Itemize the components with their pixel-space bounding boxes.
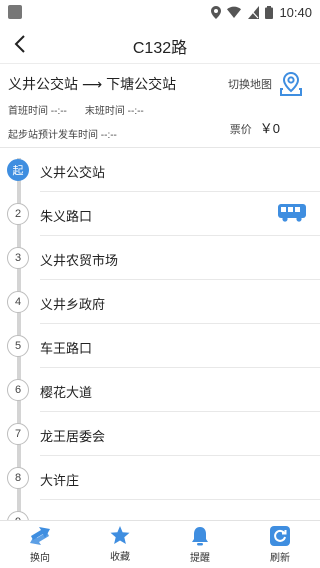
reminder-button[interactable]: 提醒 (160, 521, 240, 568)
stop-item[interactable]: 起 义井公交站 (0, 148, 320, 192)
stop-name: 义井农贸市场 (40, 253, 119, 268)
stop-list[interactable]: 起 义井公交站 2 朱义路口 3 义井农贸市场 4 义井乡政府 5 车王路口 6… (0, 148, 320, 520)
stop-item[interactable]: 8 大许庄 (0, 456, 320, 500)
battery-icon (265, 5, 274, 19)
stop-item[interactable]: 6 樱花大道 (0, 368, 320, 412)
stop-item[interactable]: 4 义井乡政府 (0, 280, 320, 324)
stop-item[interactable]: 5 车王路口 (0, 324, 320, 368)
refresh-button[interactable]: 刷新 (240, 521, 320, 568)
map-pin-icon (280, 72, 302, 96)
wifi-icon (227, 6, 242, 18)
stop-name: 大许庄 (40, 473, 80, 488)
tab-label: 收藏 (110, 552, 130, 563)
route-endpoints: 义井公交站 ⟶ 下塘公交站 (8, 74, 176, 94)
route-arrow: ⟶ (82, 75, 103, 92)
nav-bar: C132路 (0, 24, 320, 64)
status-time: 10:40 (279, 4, 312, 20)
star-icon (110, 526, 130, 544)
stop-marker: 8 (7, 467, 29, 489)
fare-value: ￥0 (259, 121, 280, 136)
location-icon (211, 5, 222, 19)
stop-name: 朱义路口 (40, 209, 93, 224)
route-to: 下塘公交站 (106, 76, 177, 92)
fare-info: 票价 ￥0 (230, 118, 280, 137)
stop-marker-start: 起 (7, 159, 29, 181)
estimated-departure: 起步站预计发车时间 --:-- (8, 130, 117, 141)
app-notification-icon (8, 5, 22, 19)
refresh-icon (270, 525, 290, 546)
switch-map-button[interactable]: 切换地图 (228, 72, 302, 96)
favorite-button[interactable]: 收藏 (80, 521, 160, 568)
route-from: 义井公交站 (8, 76, 78, 92)
stop-item[interactable]: 9 (0, 500, 320, 520)
switch-map-label: 切换地图 (228, 79, 272, 91)
page-title: C132路 (132, 40, 188, 57)
stop-item[interactable]: 2 朱义路口 (0, 192, 320, 236)
fare-label: 票价 (229, 124, 252, 136)
stop-marker: 7 (7, 423, 29, 445)
stop-marker: 3 (7, 247, 29, 269)
swap-direction-button[interactable]: 换向 (0, 521, 80, 568)
first-bus-time: 首班时间 --:-- (8, 106, 67, 117)
stop-name: 义井乡政府 (40, 297, 106, 312)
tab-label: 换向 (30, 552, 50, 564)
status-icons: 10:40 (211, 4, 312, 20)
status-bar: 10:40 (0, 0, 320, 24)
stop-marker: 5 (7, 335, 29, 357)
no-sim-icon (248, 5, 260, 19)
last-bus-time: 末班时间 --:-- (84, 106, 144, 117)
stop-item[interactable]: 3 义井农贸市场 (0, 236, 320, 280)
stop-name: 龙王居委会 (40, 429, 106, 444)
bottom-toolbar: 换向 收藏 提醒 刷新 (0, 520, 320, 568)
stop-item[interactable]: 7 龙王居委会 (0, 412, 320, 456)
stop-name: 樱花大道 (40, 385, 93, 400)
tab-label: 刷新 (270, 552, 290, 564)
stop-name: 义井公交站 (40, 165, 106, 180)
stop-marker: 4 (7, 291, 29, 313)
swap-direction-icon (30, 526, 50, 545)
route-info-panel: 义井公交站 ⟶ 下塘公交站 首班时间 --:-- 末班时间 --:-- 起步站预… (0, 64, 320, 148)
stop-name: 车王路口 (40, 341, 93, 356)
stop-marker: 9 (7, 511, 29, 520)
bell-icon (192, 526, 208, 545)
stop-marker: 6 (7, 379, 29, 401)
service-times: 首班时间 --:-- 末班时间 --:-- (8, 102, 144, 117)
bus-icon (278, 204, 306, 222)
stop-marker: 2 (7, 203, 29, 225)
tab-label: 提醒 (190, 552, 210, 564)
